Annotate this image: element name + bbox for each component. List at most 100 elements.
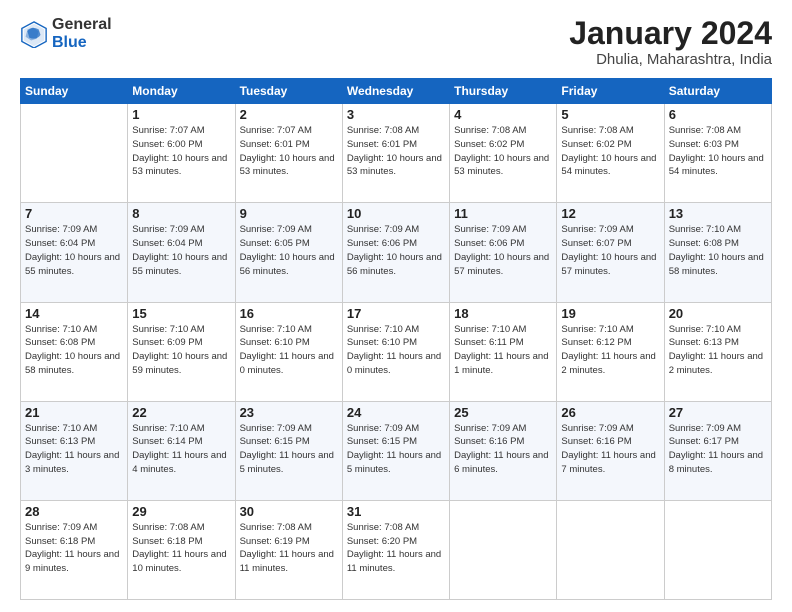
calendar-cell: 31 Sunrise: 7:08 AM Sunset: 6:20 PM Dayli… <box>342 500 449 599</box>
day-number: 7 <box>25 206 123 221</box>
calendar-cell: 10 Sunrise: 7:09 AM Sunset: 6:06 PM Dayli… <box>342 203 449 302</box>
day-info: Sunrise: 7:09 AM Sunset: 6:06 PM Dayligh… <box>454 223 552 278</box>
logo: General Blue <box>20 16 112 53</box>
calendar-cell: 27Sunrise: 7:09 AM Sunset: 6:17 PM Dayli… <box>664 401 771 500</box>
calendar-cell: 12Sunrise: 7:09 AM Sunset: 6:07 PM Dayli… <box>557 203 664 302</box>
day-info: Sunrise: 7:08 AM Sunset: 6:03 PM Dayligh… <box>669 124 767 179</box>
day-info: Sunrise: 7:10 AM Sunset: 6:14 PM Dayligh… <box>132 422 230 477</box>
calendar-cell <box>557 500 664 599</box>
calendar-cell: 25Sunrise: 7:09 AM Sunset: 6:16 PM Dayli… <box>450 401 557 500</box>
calendar-cell <box>450 500 557 599</box>
day-number: 14 <box>25 306 123 321</box>
calendar-cell: 1 Sunrise: 7:07 AM Sunset: 6:00 PM Daylig… <box>128 104 235 203</box>
calendar-cell: 20Sunrise: 7:10 AM Sunset: 6:13 PM Dayli… <box>664 302 771 401</box>
day-info: Sunrise: 7:09 AM Sunset: 6:16 PM Dayligh… <box>454 422 552 477</box>
day-info: Sunrise: 7:09 AM Sunset: 6:15 PM Dayligh… <box>347 422 445 477</box>
calendar-cell: 17 Sunrise: 7:10 AM Sunset: 6:10 PM Dayli… <box>342 302 449 401</box>
day-info: Sunrise: 7:10 AM Sunset: 6:08 PM Dayligh… <box>25 323 123 378</box>
day-number: 27 <box>669 405 767 420</box>
calendar-table: SundayMondayTuesdayWednesdayThursdayFrid… <box>20 78 772 600</box>
day-info: Sunrise: 7:10 AM Sunset: 6:09 PM Dayligh… <box>132 323 230 378</box>
day-number: 11 <box>454 206 552 221</box>
weekday-header: Thursday <box>450 79 557 104</box>
header: General Blue January 2024 Dhulia, Mahara… <box>20 16 772 68</box>
calendar-cell: 16Sunrise: 7:10 AM Sunset: 6:10 PM Dayli… <box>235 302 342 401</box>
logo-blue: Blue <box>52 34 112 52</box>
calendar-cell: 11 Sunrise: 7:09 AM Sunset: 6:06 PM Dayli… <box>450 203 557 302</box>
calendar-cell: 21Sunrise: 7:10 AM Sunset: 6:13 PM Dayli… <box>21 401 128 500</box>
calendar-cell: 15 Sunrise: 7:10 AM Sunset: 6:09 PM Dayli… <box>128 302 235 401</box>
day-info: Sunrise: 7:08 AM Sunset: 6:02 PM Dayligh… <box>561 124 659 179</box>
day-info: Sunrise: 7:10 AM Sunset: 6:12 PM Dayligh… <box>561 323 659 378</box>
calendar-cell <box>664 500 771 599</box>
calendar-cell: 26Sunrise: 7:09 AM Sunset: 6:16 PM Dayli… <box>557 401 664 500</box>
calendar-cell: 30 Sunrise: 7:08 AM Sunset: 6:19 PM Dayli… <box>235 500 342 599</box>
calendar-week-row: 21Sunrise: 7:10 AM Sunset: 6:13 PM Dayli… <box>21 401 772 500</box>
day-number: 9 <box>240 206 338 221</box>
calendar-cell: 6 Sunrise: 7:08 AM Sunset: 6:03 PM Daylig… <box>664 104 771 203</box>
calendar-cell: 13Sunrise: 7:10 AM Sunset: 6:08 PM Dayli… <box>664 203 771 302</box>
day-number: 13 <box>669 206 767 221</box>
day-info: Sunrise: 7:07 AM Sunset: 6:01 PM Dayligh… <box>240 124 338 179</box>
title-block: January 2024 Dhulia, Maharashtra, India <box>569 16 772 68</box>
logo-icon <box>20 20 48 48</box>
logo-general: General <box>52 16 112 34</box>
weekday-header: Friday <box>557 79 664 104</box>
day-number: 6 <box>669 107 767 122</box>
day-info: Sunrise: 7:08 AM Sunset: 6:20 PM Dayligh… <box>347 521 445 576</box>
day-number: 16 <box>240 306 338 321</box>
day-number: 17 <box>347 306 445 321</box>
calendar-page: General Blue January 2024 Dhulia, Mahara… <box>0 0 792 612</box>
day-info: Sunrise: 7:09 AM Sunset: 6:04 PM Dayligh… <box>132 223 230 278</box>
day-number: 4 <box>454 107 552 122</box>
day-number: 1 <box>132 107 230 122</box>
calendar-week-row: 14 Sunrise: 7:10 AM Sunset: 6:08 PM Dayli… <box>21 302 772 401</box>
day-info: Sunrise: 7:10 AM Sunset: 6:11 PM Dayligh… <box>454 323 552 378</box>
day-info: Sunrise: 7:10 AM Sunset: 6:13 PM Dayligh… <box>669 323 767 378</box>
calendar-cell: 5 Sunrise: 7:08 AM Sunset: 6:02 PM Daylig… <box>557 104 664 203</box>
calendar-subtitle: Dhulia, Maharashtra, India <box>569 51 772 68</box>
weekday-header: Monday <box>128 79 235 104</box>
weekday-header: Sunday <box>21 79 128 104</box>
calendar-cell <box>21 104 128 203</box>
calendar-cell: 29Sunrise: 7:08 AM Sunset: 6:18 PM Dayli… <box>128 500 235 599</box>
day-number: 5 <box>561 107 659 122</box>
day-number: 21 <box>25 405 123 420</box>
calendar-cell: 24Sunrise: 7:09 AM Sunset: 6:15 PM Dayli… <box>342 401 449 500</box>
calendar-cell: 3Sunrise: 7:08 AM Sunset: 6:01 PM Daylig… <box>342 104 449 203</box>
day-number: 22 <box>132 405 230 420</box>
day-number: 26 <box>561 405 659 420</box>
day-info: Sunrise: 7:10 AM Sunset: 6:10 PM Dayligh… <box>347 323 445 378</box>
calendar-cell: 23Sunrise: 7:09 AM Sunset: 6:15 PM Dayli… <box>235 401 342 500</box>
day-number: 2 <box>240 107 338 122</box>
day-number: 10 <box>347 206 445 221</box>
day-info: Sunrise: 7:09 AM Sunset: 6:07 PM Dayligh… <box>561 223 659 278</box>
day-number: 3 <box>347 107 445 122</box>
calendar-cell: 18Sunrise: 7:10 AM Sunset: 6:11 PM Dayli… <box>450 302 557 401</box>
weekday-header-row: SundayMondayTuesdayWednesdayThursdayFrid… <box>21 79 772 104</box>
day-info: Sunrise: 7:09 AM Sunset: 6:05 PM Dayligh… <box>240 223 338 278</box>
calendar-cell: 14 Sunrise: 7:10 AM Sunset: 6:08 PM Dayli… <box>21 302 128 401</box>
day-number: 31 <box>347 504 445 519</box>
day-info: Sunrise: 7:09 AM Sunset: 6:04 PM Dayligh… <box>25 223 123 278</box>
day-info: Sunrise: 7:08 AM Sunset: 6:02 PM Dayligh… <box>454 124 552 179</box>
day-number: 19 <box>561 306 659 321</box>
day-number: 30 <box>240 504 338 519</box>
calendar-week-row: 1 Sunrise: 7:07 AM Sunset: 6:00 PM Daylig… <box>21 104 772 203</box>
day-number: 15 <box>132 306 230 321</box>
day-info: Sunrise: 7:07 AM Sunset: 6:00 PM Dayligh… <box>132 124 230 179</box>
calendar-cell: 28 Sunrise: 7:09 AM Sunset: 6:18 PM Dayli… <box>21 500 128 599</box>
calendar-cell: 4 Sunrise: 7:08 AM Sunset: 6:02 PM Daylig… <box>450 104 557 203</box>
calendar-cell: 8Sunrise: 7:09 AM Sunset: 6:04 PM Daylig… <box>128 203 235 302</box>
weekday-header: Saturday <box>664 79 771 104</box>
day-info: Sunrise: 7:08 AM Sunset: 6:18 PM Dayligh… <box>132 521 230 576</box>
calendar-title: January 2024 <box>569 16 772 51</box>
day-info: Sunrise: 7:08 AM Sunset: 6:19 PM Dayligh… <box>240 521 338 576</box>
day-info: Sunrise: 7:09 AM Sunset: 6:06 PM Dayligh… <box>347 223 445 278</box>
logo-text: General Blue <box>52 16 112 53</box>
calendar-week-row: 28 Sunrise: 7:09 AM Sunset: 6:18 PM Dayli… <box>21 500 772 599</box>
weekday-header: Wednesday <box>342 79 449 104</box>
calendar-cell: 22 Sunrise: 7:10 AM Sunset: 6:14 PM Dayli… <box>128 401 235 500</box>
day-number: 28 <box>25 504 123 519</box>
day-info: Sunrise: 7:09 AM Sunset: 6:18 PM Dayligh… <box>25 521 123 576</box>
